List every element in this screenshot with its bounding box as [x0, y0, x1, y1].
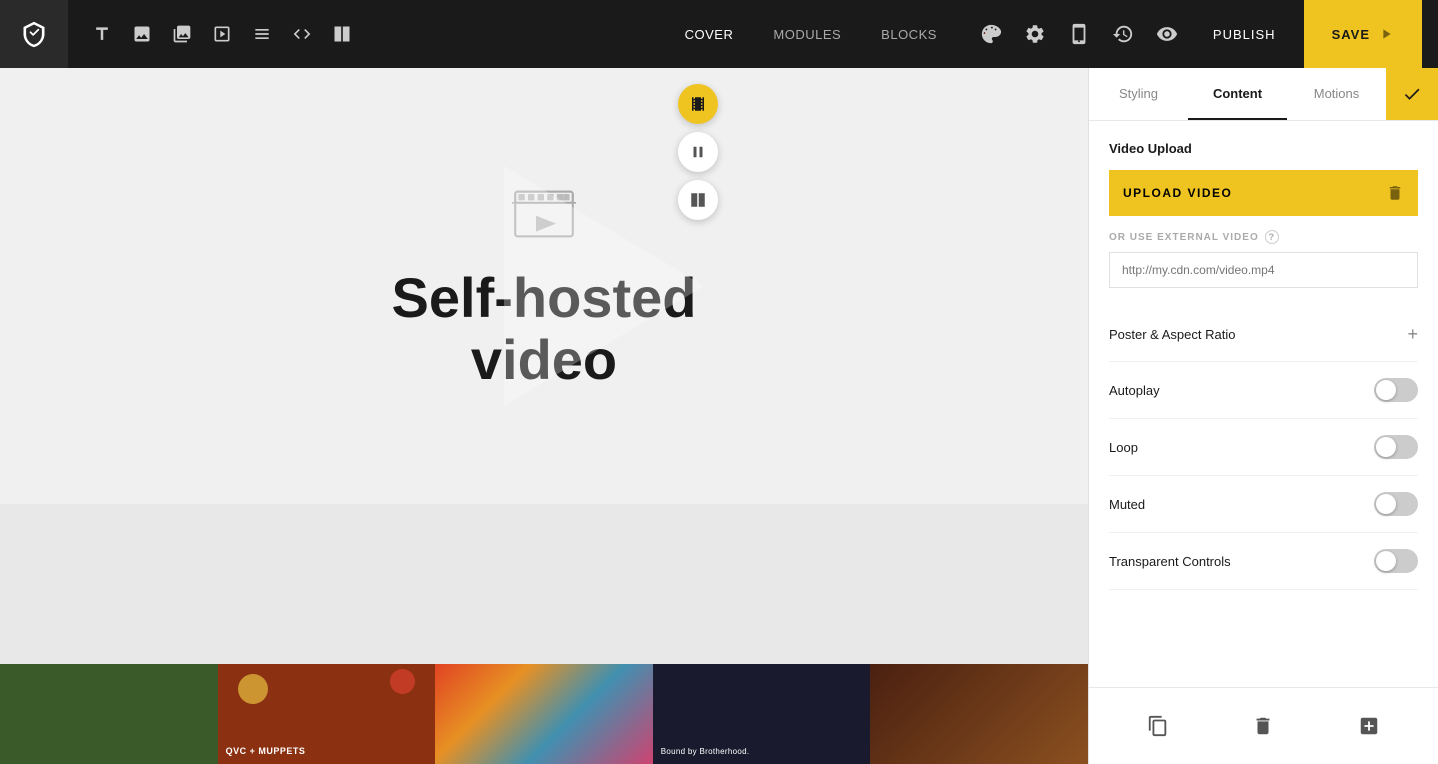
tab-motions[interactable]: Motions: [1287, 68, 1386, 120]
plus-icon: +: [1407, 324, 1418, 345]
settings-icon[interactable]: [1017, 16, 1053, 52]
color-palette-icon[interactable]: [973, 16, 1009, 52]
autoplay-toggle-row: Autoplay: [1109, 362, 1418, 419]
loop-toggle-row: Loop: [1109, 419, 1418, 476]
nav-blocks[interactable]: BLOCKS: [861, 0, 957, 68]
duplicate-button[interactable]: [1136, 704, 1180, 748]
confirm-check-icon: [1402, 84, 1422, 104]
save-chevron-icon: [1378, 26, 1394, 42]
pause-icon: [689, 143, 707, 161]
logo[interactable]: [0, 0, 68, 68]
right-floating-tools: [678, 84, 718, 220]
panel-tabs: Styling Content Motions: [1089, 68, 1438, 121]
main-area: Self-hosted video: [0, 68, 1438, 764]
video-upload-title: Video Upload: [1109, 141, 1418, 156]
publish-button[interactable]: PUBLISH: [1193, 0, 1296, 68]
thumb-1[interactable]: [0, 664, 218, 764]
tool-split-view[interactable]: [678, 180, 718, 220]
duplicate-icon: [1147, 715, 1169, 737]
help-icon[interactable]: ?: [1265, 230, 1279, 244]
tool-text[interactable]: [84, 16, 120, 52]
canvas-area[interactable]: Self-hosted video: [0, 68, 1088, 764]
muted-toggle-row: Muted: [1109, 476, 1418, 533]
mobile-icon[interactable]: [1061, 16, 1097, 52]
history-icon[interactable]: [1105, 16, 1141, 52]
logo-icon: [20, 20, 48, 48]
tool-image[interactable]: [124, 16, 160, 52]
confirm-button[interactable]: [1386, 68, 1438, 120]
tool-columns[interactable]: [324, 16, 360, 52]
tool-layout[interactable]: [244, 16, 280, 52]
upload-video-button[interactable]: UPLOAD VIDEO: [1109, 170, 1418, 216]
loop-toggle[interactable]: [1374, 435, 1418, 459]
preview-icon[interactable]: [1149, 16, 1185, 52]
tab-content[interactable]: Content: [1188, 68, 1287, 120]
thumb-4[interactable]: Bound by Brotherhood.: [653, 664, 871, 764]
tool-pause[interactable]: [678, 132, 718, 172]
tool-gallery[interactable]: [164, 16, 200, 52]
nav-modules[interactable]: MODULES: [753, 0, 861, 68]
panel-footer: [1089, 687, 1438, 764]
navbar: COVER MODULES BLOCKS: [0, 0, 1438, 68]
transparent-controls-toggle[interactable]: [1374, 549, 1418, 573]
right-panel: Styling Content Motions Video Upload UPL…: [1088, 68, 1438, 764]
thumb-2-label: QVC + MUPPETS: [226, 746, 306, 756]
film-icon: [689, 95, 707, 113]
tool-embed[interactable]: [284, 16, 320, 52]
nav-cover[interactable]: COVER: [665, 0, 754, 68]
muted-toggle[interactable]: [1374, 492, 1418, 516]
video-url-input[interactable]: [1109, 252, 1418, 288]
save-button[interactable]: SAVE: [1304, 0, 1422, 68]
delete-button[interactable]: [1241, 704, 1285, 748]
delete-icon: [1252, 715, 1274, 737]
poster-aspect-accordion[interactable]: Poster & Aspect Ratio +: [1109, 308, 1418, 362]
thumb-3[interactable]: [435, 664, 653, 764]
panel-content-area: Video Upload UPLOAD VIDEO OR USE EXTERNA…: [1089, 121, 1438, 687]
trash-icon: [1386, 184, 1404, 202]
thumb-5[interactable]: [870, 664, 1088, 764]
add-block-button[interactable]: [1347, 704, 1391, 748]
thumb-4-label: Bound by Brotherhood.: [661, 747, 863, 756]
thumbnails-row: QVC + MUPPETS Bound by Brotherhood.: [0, 664, 1088, 764]
external-video-label: OR USE EXTERNAL VIDEO ?: [1109, 230, 1418, 244]
transparent-controls-toggle-row: Transparent Controls: [1109, 533, 1418, 590]
thumb-2[interactable]: QVC + MUPPETS: [218, 664, 436, 764]
add-icon: [1358, 715, 1380, 737]
nav-links: COVER MODULES BLOCKS: [665, 0, 957, 68]
autoplay-toggle[interactable]: [1374, 378, 1418, 402]
split-view-icon: [689, 191, 707, 209]
tool-video-active[interactable]: [678, 84, 718, 124]
tab-styling[interactable]: Styling: [1089, 68, 1188, 120]
play-arrow-bg: [504, 166, 704, 406]
video-block: Self-hosted video: [0, 68, 1088, 504]
tool-slideshow[interactable]: [204, 16, 240, 52]
navbar-right: PUBLISH SAVE: [957, 0, 1438, 68]
toolbar-tools: [68, 16, 665, 52]
